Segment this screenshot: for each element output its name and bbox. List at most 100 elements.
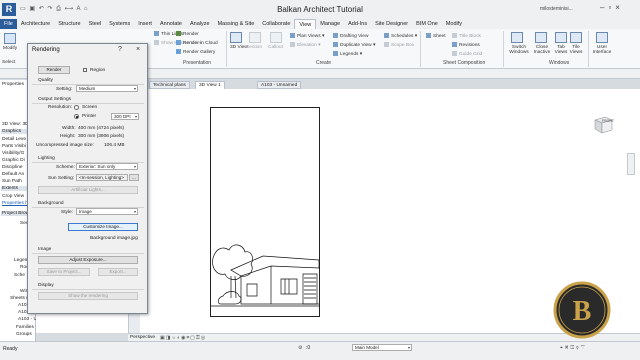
- tab-structure[interactable]: Structure: [54, 19, 84, 29]
- view-tab-a103-unnamed[interactable]: A103 - Unnamed: [257, 81, 302, 89]
- modify-icon[interactable]: [4, 33, 16, 44]
- help-button[interactable]: ?: [118, 46, 122, 53]
- tab-insert[interactable]: Insert: [134, 19, 156, 29]
- 3d-view-icon[interactable]: ⌂: [84, 6, 89, 12]
- property-row[interactable]: Parts Visibi: [2, 144, 26, 149]
- callout-icon[interactable]: [270, 32, 282, 43]
- 3d-view-icon[interactable]: [230, 32, 242, 43]
- tab-file[interactable]: File: [0, 19, 17, 29]
- tab-steel[interactable]: Steel: [85, 19, 106, 29]
- quick-access-toolbar[interactable]: ▭ ▣ ↶ ↷ ⎙ ⟷ A ⌂: [20, 5, 89, 13]
- elevation-button[interactable]: Elevation ▾: [290, 42, 320, 48]
- tab-modify[interactable]: Modify: [442, 19, 466, 29]
- open-icon[interactable]: ▭: [20, 6, 27, 12]
- modify-button[interactable]: Modify: [3, 46, 17, 51]
- view-tab-technical-plans[interactable]: Technical plans: [149, 81, 190, 89]
- export-button[interactable]: Export...: [98, 268, 138, 276]
- property-row[interactable]: Discipline: [2, 165, 23, 170]
- user-interface-button[interactable]: User Interface: [590, 45, 614, 55]
- property-row[interactable]: Graphic Di: [2, 158, 25, 163]
- save-to-project-button[interactable]: Save to Project...: [38, 268, 90, 276]
- view-cube[interactable]: FRONT: [592, 113, 614, 135]
- close-inactive-icon[interactable]: [535, 32, 547, 43]
- property-row[interactable]: Sun Path: [2, 179, 22, 184]
- tile-views-icon[interactable]: [570, 32, 582, 43]
- schedules-button[interactable]: Schedules ▾: [384, 33, 417, 39]
- section-button[interactable]: Section: [246, 45, 262, 50]
- drafting-view-button[interactable]: Drafting View: [333, 33, 368, 39]
- guide-grid-button[interactable]: Guide Grid: [452, 51, 482, 57]
- printer-radio[interactable]: [74, 114, 79, 119]
- tab-bim-one[interactable]: BIM One: [412, 19, 442, 29]
- text-icon[interactable]: A: [77, 6, 82, 12]
- screen-radio[interactable]: [74, 105, 79, 110]
- tab-add-ins[interactable]: Add-Ins: [344, 19, 371, 29]
- revisions-button[interactable]: Revisions: [452, 42, 480, 48]
- section-icon[interactable]: [249, 32, 261, 43]
- browser-item-families[interactable]: Families: [16, 325, 34, 330]
- scope-box-button[interactable]: Scope Box: [384, 42, 414, 48]
- tab-analyze[interactable]: Analyze: [186, 19, 214, 29]
- tab-architecture[interactable]: Architecture: [17, 19, 54, 29]
- background-style-select[interactable]: Image ▾: [76, 208, 138, 215]
- redo-icon[interactable]: ↷: [47, 6, 53, 12]
- property-row[interactable]: Visibility/G: [2, 151, 24, 156]
- property-row[interactable]: Crop View: [2, 194, 24, 199]
- user-account[interactable]: milosteminisi...: [540, 6, 573, 12]
- switch-windows-icon[interactable]: [511, 32, 523, 43]
- select-dropdown[interactable]: Select: [2, 60, 15, 65]
- browser-item-groups[interactable]: Groups: [16, 332, 32, 337]
- render-button[interactable]: Render: [176, 31, 199, 37]
- sheet-button[interactable]: Sheet: [426, 33, 446, 39]
- undo-icon[interactable]: ↶: [39, 6, 45, 12]
- property-row[interactable]: Detail Leve: [2, 137, 26, 142]
- view-mode-label[interactable]: Perspective: [130, 335, 155, 340]
- tab-site-designer[interactable]: Site Designer: [371, 19, 412, 29]
- title-block-button[interactable]: Title Block: [452, 33, 481, 39]
- tab-massing-site[interactable]: Massing & Site: [214, 19, 259, 29]
- adjust-exposure-button[interactable]: Adjust Exposure...: [38, 256, 138, 264]
- dpi-select[interactable]: 300 DPI ▾: [111, 113, 139, 120]
- switch-windows-button[interactable]: Switch Windows: [508, 45, 530, 55]
- region-checkbox[interactable]: [83, 68, 87, 72]
- application-menu-button[interactable]: R: [2, 3, 16, 16]
- duplicate-view-button[interactable]: Duplicate View ▾: [333, 42, 375, 48]
- navigation-bar[interactable]: [627, 153, 635, 175]
- customize-image-button[interactable]: Customize Image...: [68, 223, 138, 231]
- callout-button[interactable]: Callout: [268, 45, 283, 50]
- tile-views-button[interactable]: Tile Views: [569, 45, 583, 55]
- tab-collaborate[interactable]: Collaborate: [258, 19, 294, 29]
- close-icon[interactable]: ×: [615, 3, 624, 12]
- render-in-cloud-button[interactable]: Render in Cloud: [176, 40, 218, 46]
- height-label: Height:: [60, 134, 76, 139]
- close-inactive-button[interactable]: Close Inactive: [532, 45, 552, 55]
- crop-region-frame[interactable]: [210, 107, 320, 317]
- tab-view[interactable]: View: [294, 19, 317, 29]
- save-icon[interactable]: ▣: [29, 6, 36, 12]
- measure-icon[interactable]: ⟷: [65, 6, 75, 12]
- quality-setting-select[interactable]: Medium ▾: [76, 85, 138, 92]
- view-tab-3d-view-1[interactable]: 3D View 1: [195, 81, 225, 89]
- tab-views-icon[interactable]: [555, 32, 567, 43]
- render-button[interactable]: Render: [38, 66, 70, 74]
- tab-views-button[interactable]: Tab Views: [554, 45, 568, 55]
- property-row[interactable]: Default An: [2, 172, 24, 177]
- legends-button[interactable]: Legends ▾: [333, 51, 362, 57]
- artificial-lights-button[interactable]: Artificial Lights...: [38, 186, 138, 194]
- tab-annotate[interactable]: Annotate: [156, 19, 186, 29]
- browser-item[interactable]: Sche: [14, 273, 25, 278]
- tab-manage[interactable]: Manage: [316, 19, 344, 29]
- view-type-selector[interactable]: 3D View: 3D: [2, 122, 29, 127]
- user-interface-icon[interactable]: [596, 32, 608, 43]
- lighting-scheme-select[interactable]: Exterior: Sun only ▾: [76, 163, 138, 170]
- worksharing-icon[interactable]: ⚙: [298, 345, 302, 351]
- dialog-close-icon[interactable]: ×: [136, 46, 140, 53]
- plan-views-button[interactable]: Plan Views ▾: [290, 33, 324, 39]
- tab-systems[interactable]: Systems: [105, 19, 134, 29]
- main-model-select[interactable]: Main Model ▾: [352, 344, 412, 351]
- selection-filter-icons[interactable]: ⌖⌘◫⚲▽: [560, 345, 587, 351]
- render-gallery-button[interactable]: Render Gallery: [176, 49, 215, 55]
- show-rendering-button[interactable]: Show the rendering: [38, 292, 138, 300]
- print-icon[interactable]: ⎙: [56, 6, 62, 12]
- sun-setting-browse-button[interactable]: ...: [129, 174, 139, 181]
